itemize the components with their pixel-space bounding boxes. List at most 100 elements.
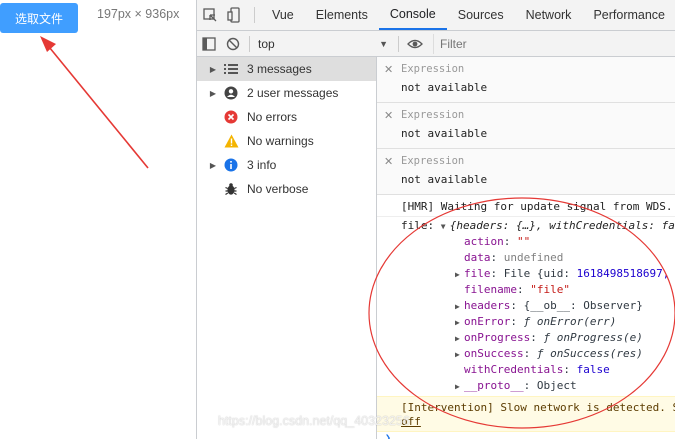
live-expression-eye-icon[interactable] [403,32,427,56]
filter-input[interactable] [436,36,586,51]
property-value: File {uid: [503,267,577,280]
live-expression: ✕ Expression not available [377,103,675,149]
collapsed-triangle-icon[interactable]: ▶ [455,270,464,279]
toolbar-separator [249,35,250,52]
expand-arrow-icon[interactable]: ▶ [207,161,219,170]
property-separator: : [523,379,537,392]
filter-box [433,33,586,54]
object-property-row[interactable]: ▶ onProgress: ƒ onProgress(e) [377,331,675,347]
collapsed-triangle-icon[interactable]: ▶ [455,350,464,359]
property-key: data [464,251,491,264]
console-log-file[interactable]: file: ▼ {headers: {…}, withCredentials: f… [377,219,675,235]
property-key: onError [464,315,511,328]
property-value: "" [517,235,531,248]
expand-arrow-icon[interactable]: ▶ [207,65,219,74]
tab-network[interactable]: Network [515,0,583,30]
collapsed-triangle-icon[interactable]: ▶ [455,318,464,327]
property-key: onProgress [464,331,531,344]
expand-arrow-icon[interactable]: ▶ [207,89,219,98]
tab-performance[interactable]: Performance [582,0,675,30]
object-property-row: withCredentials: false [377,363,675,379]
expression-label[interactable]: Expression [401,109,464,121]
collapsed-triangle-icon[interactable]: ▶ [455,334,464,343]
object-summary: {headers: {…}, withCredentials: fa [449,219,675,232]
property-separator: : [490,267,504,280]
property-separator: : [490,251,504,264]
tab-elements[interactable]: Elements [305,0,379,30]
user-icon [223,85,239,101]
bug-icon [223,181,239,197]
inspect-element-icon[interactable] [197,0,223,30]
context-selector-value: top [258,36,275,51]
expression-label[interactable]: Expression [401,63,464,75]
sidebar-item-label: No errors [247,110,298,124]
property-value: Object [536,379,577,392]
property-key: onSuccess [464,347,524,360]
property-key: withCredentials [464,363,564,376]
property-separator: : [510,299,524,312]
property-value: ƒ onSuccess(res) [536,347,643,360]
expanded-triangle-icon[interactable]: ▼ [441,222,450,231]
sidebar-item-info[interactable]: ▶ 3 info [197,153,376,177]
info-icon [223,157,239,173]
collapsed-triangle-icon[interactable]: ▶ [455,302,464,311]
devtools-panel: Vue Elements Console Sources Network Per… [196,0,675,439]
toolbar-separator [398,35,399,52]
object-property-row[interactable]: ▶ onError: ƒ onError(err) [377,315,675,331]
app-area: 选取文件 197px × 936px [0,0,196,439]
expression-value: not available [401,81,488,94]
property-separator: : [510,315,524,328]
property-key: __proto__ [464,379,524,392]
property-value: ƒ onError(err) [523,315,617,328]
property-value: {__ob__: Observer} [523,299,643,312]
console-toolbar: top ▼ [197,31,675,57]
devtools-tabbar: Vue Elements Console Sources Network Per… [197,0,675,31]
sidebar-item-label: 3 messages [247,62,312,76]
property-separator: : [503,235,517,248]
sidebar-item-errors[interactable]: No errors [197,105,376,129]
property-key: file [464,267,491,280]
tab-console[interactable]: Console [378,0,447,30]
sidebar-item-warnings[interactable]: No warnings [197,129,376,153]
property-separator: : [516,283,531,296]
object-property-row[interactable]: ▶ headers: {__ob__: Observer} [377,299,675,315]
live-expression: ✕ Expression not available [377,57,675,103]
warning-icon [223,133,239,149]
sidebar-item-user-messages[interactable]: ▶ 2 user messages [197,81,376,105]
intervention-text: [Intervention] Slow network is detected.… [401,401,675,414]
property-separator: : [523,347,537,360]
object-property-row[interactable]: ▶ __proto__: Object [377,379,675,395]
expression-label[interactable]: Expression [401,155,464,167]
object-property-row[interactable]: ▶ onSuccess: ƒ onSuccess(res) [377,347,675,363]
object-property-row[interactable]: ▶ file: File {uid: 1618498518697, [377,267,675,283]
upload-file-button[interactable]: 选取文件 [0,3,78,33]
property-key: action [464,235,504,248]
watermark: https://blog.csdn.net/qq_40323256 [218,414,410,428]
device-toolbar-icon[interactable] [223,0,249,30]
property-separator: : [530,331,544,344]
expression-value: not available [401,127,488,140]
tab-separator [254,7,255,23]
remove-expression-close-icon[interactable]: ✕ [384,155,393,168]
remove-expression-close-icon[interactable]: ✕ [384,63,393,76]
tab-sources[interactable]: Sources [447,0,515,30]
console-output: ✕ Expression not available ✕ Expression … [377,57,675,439]
property-key: headers [464,299,511,312]
sidebar-item-label: No warnings [247,134,314,148]
collapsed-triangle-icon[interactable]: ▶ [455,382,464,391]
toggle-sidebar-icon[interactable] [197,32,221,56]
expression-value: not available [401,173,488,186]
remove-expression-close-icon[interactable]: ✕ [384,109,393,122]
console-intervention-message: [Intervention] Slow network is detected.… [377,396,675,432]
sidebar-item-verbose[interactable]: No verbose [197,177,376,201]
intervention-link[interactable]: off [401,415,675,429]
property-value: false [576,363,610,376]
tab-vue[interactable]: Vue [261,0,305,30]
console-prompt-icon[interactable]: ❯ [385,433,675,439]
sidebar-item-label: No verbose [247,182,309,196]
sidebar-item-messages[interactable]: ▶ 3 messages [197,57,376,81]
sidebar-item-label: 3 info [247,158,277,172]
clear-console-icon[interactable] [221,32,245,56]
context-selector[interactable]: top ▼ [254,37,394,51]
live-expression: ✕ Expression not available [377,149,675,195]
